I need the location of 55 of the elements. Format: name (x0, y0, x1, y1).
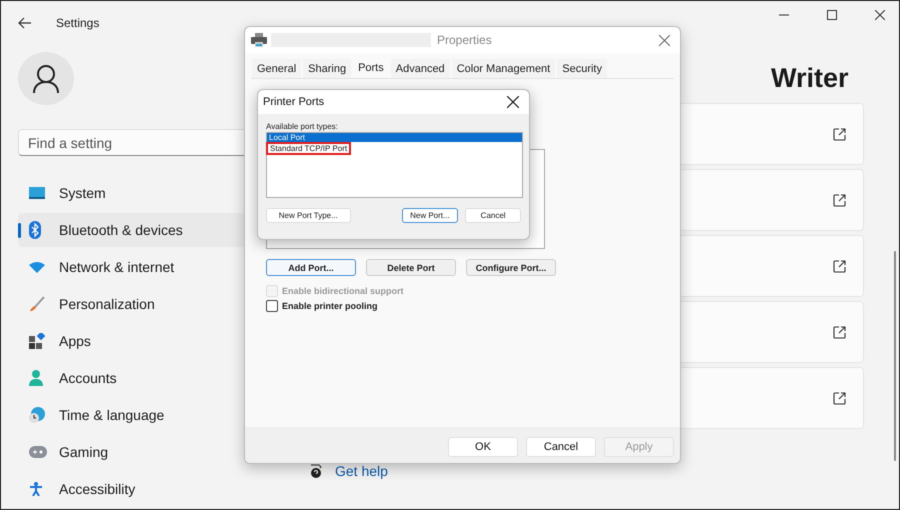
printer-icon (251, 33, 267, 47)
sidebar-item[interactable]: Apps (18, 324, 250, 358)
dialog-title: Properties (437, 33, 492, 47)
checkbox-label: Enable printer pooling (282, 301, 378, 311)
accessibility-icon (29, 482, 43, 496)
checkbox[interactable] (266, 300, 278, 312)
tab[interactable]: Color Management (452, 59, 556, 78)
sidebar-item[interactable]: Time & language (18, 398, 250, 432)
help-link[interactable]: Get help (335, 463, 388, 479)
back-icon[interactable] (18, 16, 32, 29)
tab[interactable]: Sharing (303, 59, 352, 78)
port-button[interactable]: Configure Port... (466, 259, 556, 276)
wifi-icon (29, 261, 45, 273)
external-link-icon (833, 128, 846, 140)
gamepad-icon (29, 446, 47, 458)
checkbox-label: Enable bidirectional support (282, 286, 404, 296)
monitor-icon (29, 187, 45, 199)
bluetooth-icon (29, 221, 41, 239)
external-link-icon (833, 260, 846, 272)
port-button[interactable]: Add Port... (266, 259, 356, 276)
sidebar-item[interactable]: Network & internet (18, 250, 250, 284)
dialog-title: Printer Ports (263, 96, 324, 108)
scrollbar[interactable] (894, 251, 896, 461)
list-label: Available port types: (266, 122, 339, 131)
list-item[interactable]: Standard TCP/IP Port (268, 144, 350, 153)
selection-indicator (18, 223, 21, 238)
person-icon (32, 64, 60, 94)
sidebar-item[interactable]: System (18, 176, 250, 210)
dialog-button[interactable]: Cancel (465, 208, 521, 223)
close-icon[interactable] (507, 96, 519, 108)
external-link-icon (833, 392, 846, 404)
sidebar-item[interactable]: Personalization (18, 287, 250, 321)
port-button[interactable]: Delete Port (366, 259, 456, 276)
dialog-button[interactable]: New Port Type... (266, 208, 351, 223)
dialog-button[interactable]: New Port... (402, 208, 458, 223)
page-title: Writer (771, 63, 849, 93)
external-link-icon (833, 326, 846, 338)
external-link-icon (833, 194, 846, 206)
globe-clock-icon (29, 407, 45, 423)
maximize-icon[interactable] (827, 10, 837, 20)
sidebar-item[interactable]: Gaming (18, 435, 250, 469)
apps-icon (29, 333, 45, 349)
close-icon[interactable] (875, 10, 885, 20)
person-icon (29, 370, 43, 386)
sidebar-item[interactable]: Accounts (18, 361, 250, 395)
list-item[interactable]: Local Port (267, 133, 522, 142)
tab[interactable]: Advanced (390, 59, 450, 78)
tab[interactable]: Security (557, 59, 607, 78)
brush-icon (29, 296, 45, 312)
dialog-button[interactable]: OK (448, 437, 518, 457)
dialog-button[interactable]: Cancel (526, 437, 596, 457)
tab[interactable]: General (252, 59, 302, 78)
window-title: Settings (56, 16, 100, 30)
sidebar-item[interactable]: Accessibility (18, 472, 250, 506)
minimize-icon[interactable] (779, 14, 789, 16)
